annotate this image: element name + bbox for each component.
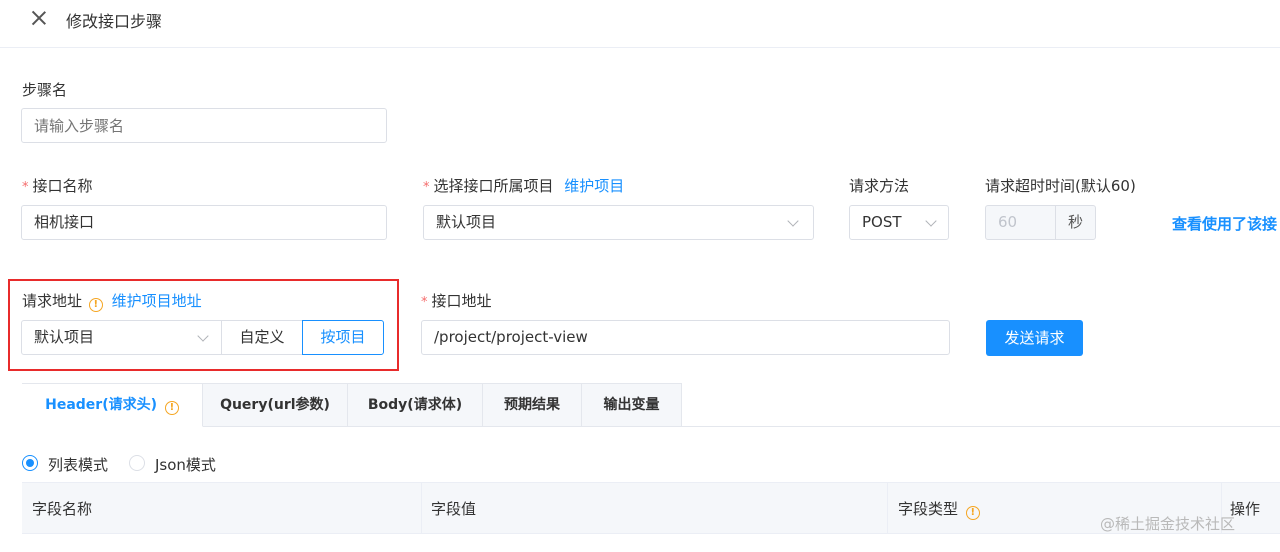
request-url-select-value: 默认项目 bbox=[34, 328, 95, 346]
json-mode-radio[interactable] bbox=[129, 455, 145, 471]
send-request-button[interactable]: 发送请求 bbox=[986, 320, 1083, 356]
maintain-project-link[interactable]: 维护项目 bbox=[564, 177, 624, 195]
tab-output-variables[interactable]: 输出变量 bbox=[582, 383, 682, 427]
column-header-field-type: 字段类型 ! bbox=[898, 498, 980, 520]
chevron-down-icon bbox=[925, 215, 937, 227]
custom-option-button[interactable]: 自定义 bbox=[221, 320, 303, 355]
tab-expected-result[interactable]: 预期结果 bbox=[483, 383, 582, 427]
api-path-label: * 接口地址 bbox=[421, 290, 492, 311]
step-name-label: 步骤名 bbox=[22, 81, 68, 99]
project-select-value: 默认项目 bbox=[436, 213, 497, 231]
json-mode-label[interactable]: Json模式 bbox=[155, 454, 216, 475]
request-url-project-select[interactable]: 默认项目 bbox=[21, 320, 222, 355]
column-header-field-value: 字段值 bbox=[431, 500, 477, 518]
api-path-input[interactable]: /project/project-view bbox=[421, 320, 950, 355]
project-label-text: 选择接口所属项目 bbox=[433, 177, 554, 195]
tab-header-label: Header(请求头) bbox=[45, 397, 157, 413]
info-icon: ! bbox=[965, 506, 980, 520]
by-project-option-button[interactable]: 按项目 bbox=[302, 320, 384, 355]
required-mark: * bbox=[421, 295, 428, 310]
timeout-unit: 秒 bbox=[1055, 205, 1096, 240]
column-divider bbox=[421, 482, 422, 534]
api-name-input[interactable]: 相机接口 bbox=[21, 205, 387, 240]
timeout-label: 请求超时时间(默认60) bbox=[985, 177, 1136, 195]
column-divider bbox=[887, 482, 888, 534]
tab-header[interactable]: Header(请求头) ! bbox=[22, 383, 203, 427]
table-header bbox=[22, 482, 1280, 534]
api-path-label-text: 接口地址 bbox=[431, 292, 492, 310]
info-icon: ! bbox=[164, 401, 179, 415]
dialog-header: 修改接口步骤 bbox=[0, 0, 1280, 48]
project-label: * 选择接口所属项目 维护项目 bbox=[423, 175, 624, 196]
chevron-down-icon bbox=[787, 215, 799, 227]
watermark: @稀土掘金技术社区 bbox=[1100, 515, 1236, 533]
required-mark: * bbox=[423, 180, 430, 195]
api-name-label-text: 接口名称 bbox=[32, 177, 93, 195]
method-label: 请求方法 bbox=[849, 177, 910, 195]
method-select[interactable]: POST bbox=[849, 205, 949, 240]
view-usage-link[interactable]: 查看使用了该接 bbox=[1172, 213, 1277, 234]
request-url-label: 请求地址 ! 维护项目地址 bbox=[22, 290, 202, 312]
close-icon[interactable] bbox=[30, 9, 48, 27]
list-mode-radio[interactable] bbox=[22, 455, 38, 471]
column-header-field-name: 字段名称 bbox=[32, 500, 93, 518]
project-select[interactable]: 默认项目 bbox=[423, 205, 814, 240]
chevron-down-icon bbox=[197, 330, 209, 342]
step-name-input[interactable] bbox=[21, 108, 387, 143]
info-icon: ! bbox=[88, 298, 103, 312]
list-mode-label[interactable]: 列表模式 bbox=[48, 454, 108, 475]
page-title: 修改接口步骤 bbox=[66, 12, 163, 31]
method-select-value: POST bbox=[862, 213, 902, 231]
api-name-label: * 接口名称 bbox=[22, 175, 93, 196]
maintain-project-address-link[interactable]: 维护项目地址 bbox=[112, 292, 202, 310]
request-url-label-text: 请求地址 bbox=[22, 292, 83, 310]
tab-body[interactable]: Body(请求体) bbox=[348, 383, 483, 427]
column-header-field-type-text: 字段类型 bbox=[898, 500, 959, 518]
tab-query[interactable]: Query(url参数) bbox=[203, 383, 348, 427]
required-mark: * bbox=[22, 180, 29, 195]
timeout-input[interactable]: 60 bbox=[985, 205, 1056, 240]
